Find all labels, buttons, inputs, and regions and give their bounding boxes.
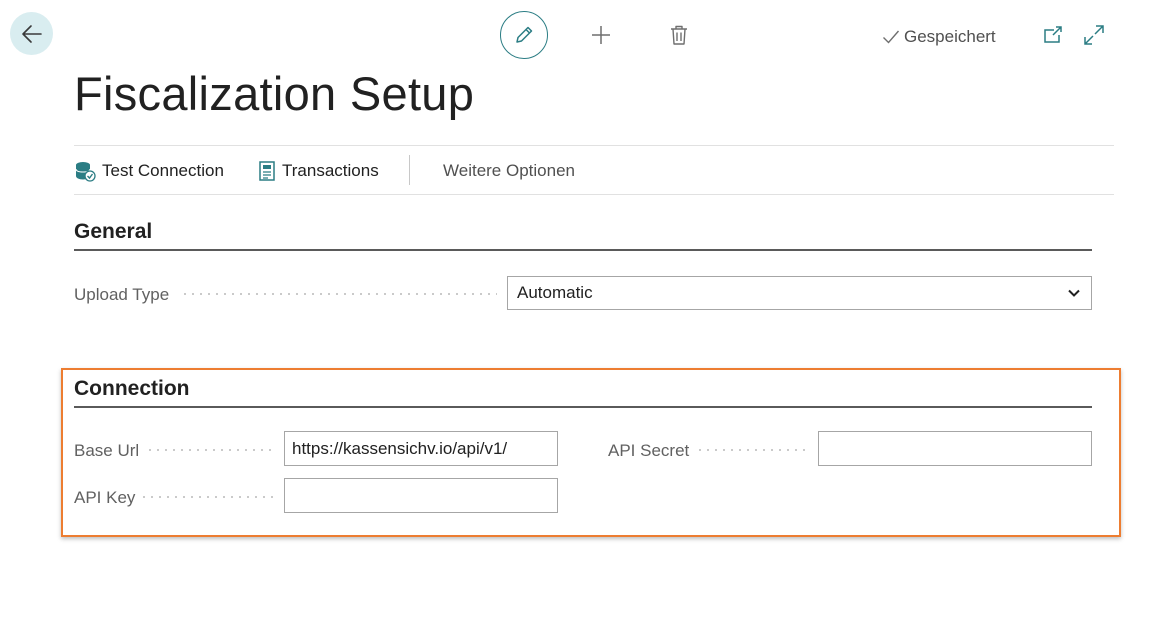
- transactions-label: Transactions: [282, 160, 379, 180]
- more-options-button[interactable]: Weitere Optionen: [443, 146, 575, 195]
- saved-status: Gespeichert: [882, 26, 996, 48]
- upload-type-dots: [181, 293, 497, 295]
- upload-type-label: Upload Type: [74, 285, 170, 304]
- page-title: Fiscalization Setup: [74, 67, 475, 120]
- back-button[interactable]: [10, 12, 53, 55]
- transactions-action[interactable]: Transactions: [258, 146, 379, 195]
- database-check-icon: [75, 161, 96, 182]
- trash-icon: [671, 25, 687, 45]
- general-section-divider: [74, 249, 1092, 251]
- connection-highlight-frame: [61, 368, 1121, 537]
- test-connection-label: Test Connection: [102, 160, 224, 180]
- action-separator: [409, 155, 410, 185]
- more-options-label: Weitere Optionen: [443, 160, 575, 180]
- checkmark-icon: [883, 30, 900, 44]
- upload-type-select[interactable]: Automatic: [507, 276, 1092, 310]
- document-list-icon: [259, 160, 275, 181]
- upload-type-value: Automatic: [517, 283, 593, 302]
- arrow-left-icon: [21, 24, 42, 43]
- saved-status-label: Gespeichert: [904, 27, 996, 46]
- delete-button[interactable]: [664, 20, 694, 50]
- test-connection-action[interactable]: Test Connection: [74, 146, 224, 195]
- edit-button[interactable]: [500, 11, 548, 59]
- popout-icon: [1044, 26, 1062, 43]
- expand-icon: [1084, 25, 1104, 45]
- open-new-window-button[interactable]: [1040, 22, 1066, 48]
- expand-button[interactable]: [1081, 22, 1107, 48]
- plus-icon: [592, 26, 610, 44]
- general-section-title[interactable]: General: [74, 220, 152, 244]
- action-bar: Test Connection Transactions Weitere Opt…: [74, 145, 1114, 195]
- new-button[interactable]: [586, 20, 616, 50]
- pencil-icon: [516, 26, 533, 43]
- chevron-down-icon: [1068, 289, 1080, 297]
